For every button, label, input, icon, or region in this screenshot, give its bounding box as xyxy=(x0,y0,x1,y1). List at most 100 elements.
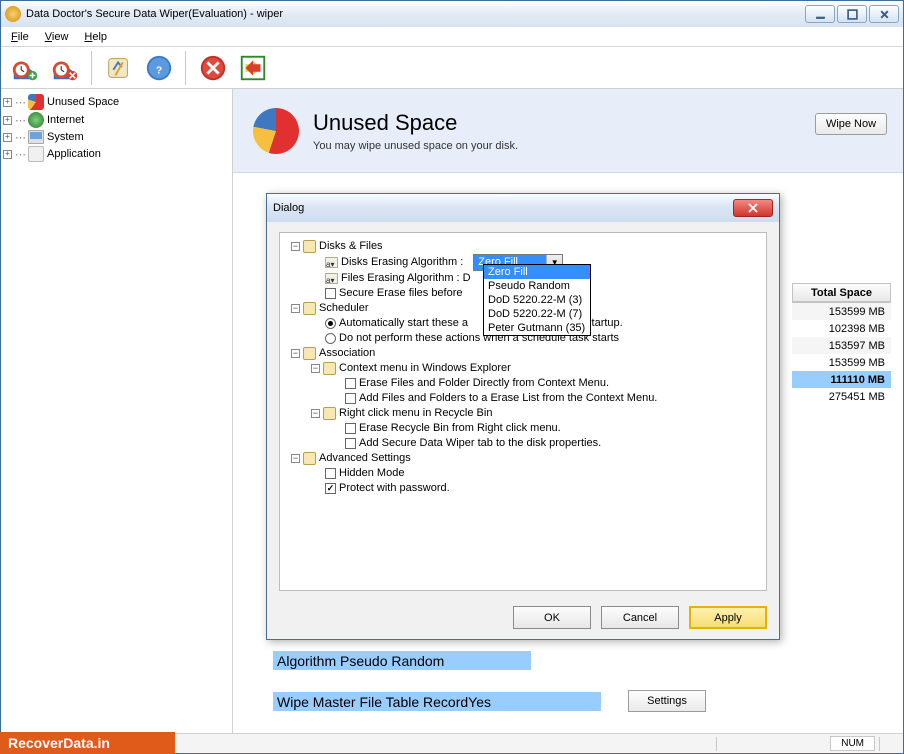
wipe-now-button[interactable]: Wipe Now xyxy=(815,113,887,135)
checkbox-rc-erase[interactable] xyxy=(345,423,356,434)
pie-icon xyxy=(28,94,44,110)
expand-icon[interactable]: + xyxy=(3,116,12,125)
tool-clock-cancel-icon[interactable] xyxy=(47,50,83,86)
cancel-button[interactable]: Cancel xyxy=(601,606,679,629)
sidebar-item-unused-space[interactable]: +⋯ Unused Space xyxy=(3,93,230,111)
dialog-close-button[interactable] xyxy=(733,199,773,217)
item-icon xyxy=(325,257,338,268)
checkbox-rc-add[interactable] xyxy=(345,438,356,449)
disks-erasing-label: Disks Erasing Algorithm : xyxy=(341,255,463,270)
dropdown-option[interactable]: Peter Gutmann (35) xyxy=(484,321,590,335)
minimize-button[interactable] xyxy=(805,5,835,23)
expand-icon[interactable]: + xyxy=(3,133,12,142)
tool-swap-icon[interactable] xyxy=(235,50,271,86)
menu-view[interactable]: View xyxy=(37,29,77,45)
pie-icon xyxy=(253,108,299,154)
sched-auto-tail: startup. xyxy=(586,316,623,331)
mft-info: Wipe Master File Table RecordYes xyxy=(273,692,601,711)
total-space-column: Total Space 153599 MB 102398 MB 153597 M… xyxy=(792,283,891,405)
dropdown-option[interactable]: DoD 5220.22-M (7) xyxy=(484,307,590,321)
menu-help[interactable]: Help xyxy=(76,29,115,45)
table-row-selected[interactable]: 111110 MB xyxy=(792,371,891,388)
dropdown-option[interactable]: DoD 5220.22-M (3) xyxy=(484,293,590,307)
algorithm-info: Algorithm Pseudo Random xyxy=(273,651,531,670)
group-icon xyxy=(303,302,316,315)
collapse-icon[interactable]: − xyxy=(311,409,320,418)
table-row[interactable]: 275451 MB xyxy=(792,388,891,405)
sidebar-item-label: Unused Space xyxy=(47,96,119,108)
tool-stop-icon[interactable] xyxy=(195,50,231,86)
page-header: Unused Space You may wipe unused space o… xyxy=(233,89,903,173)
dropdown-list[interactable]: Zero Fill Pseudo Random DoD 5220.22-M (3… xyxy=(483,264,591,336)
files-erasing-label: Files Erasing Algorithm : D xyxy=(341,271,471,286)
group-icon xyxy=(323,362,336,375)
secure-erase-label: Secure Erase files before xyxy=(339,286,463,301)
tool-settings-icon[interactable] xyxy=(101,50,137,86)
ctx-erase-label: Erase Files and Folder Directly from Con… xyxy=(359,376,609,391)
total-space-header[interactable]: Total Space xyxy=(792,283,891,303)
dropdown-option[interactable]: Pseudo Random xyxy=(484,279,590,293)
watermark: RecoverData.in xyxy=(0,732,175,754)
window-title: Data Doctor's Secure Data Wiper(Evaluati… xyxy=(26,8,805,20)
checkbox-secure-erase[interactable] xyxy=(325,288,336,299)
collapse-icon[interactable]: − xyxy=(291,304,300,313)
window-buttons xyxy=(805,5,899,23)
header-text: Unused Space You may wipe unused space o… xyxy=(313,110,518,152)
sidebar-item-system[interactable]: +⋯ System xyxy=(3,129,230,145)
toolbar-separator xyxy=(91,51,93,85)
collapse-icon[interactable]: − xyxy=(311,364,320,373)
group-scheduler: Scheduler xyxy=(319,301,369,316)
radio-auto-start[interactable] xyxy=(325,318,336,329)
tool-help-icon[interactable]: ? xyxy=(141,50,177,86)
dropdown-option[interactable]: Zero Fill xyxy=(484,265,590,279)
settings-button[interactable]: Settings xyxy=(628,690,706,712)
checkbox-ctx-add[interactable] xyxy=(345,393,356,404)
sidebar-item-label: Application xyxy=(47,148,101,160)
titlebar: Data Doctor's Secure Data Wiper(Evaluati… xyxy=(1,1,903,27)
sidebar-tree: +⋯ Unused Space +⋯ Internet +⋯ System +⋯… xyxy=(1,89,233,733)
table-row[interactable]: 153599 MB xyxy=(792,303,891,320)
table-row[interactable]: 153599 MB xyxy=(792,354,891,371)
tool-clock-plus-icon[interactable] xyxy=(7,50,43,86)
rc-add-label: Add Secure Data Wiper tab to the disk pr… xyxy=(359,436,601,451)
toolbar-separator xyxy=(185,51,187,85)
collapse-icon[interactable]: − xyxy=(291,349,300,358)
ctx-add-label: Add Files and Folders to a Erase List fr… xyxy=(359,391,657,406)
table-row[interactable]: 102398 MB xyxy=(792,320,891,337)
dialog-title: Dialog xyxy=(273,202,733,214)
sub-context-menu: Context menu in Windows Explorer xyxy=(339,361,511,376)
dialog-content: −Disks & Files Disks Erasing Algorithm :… xyxy=(279,232,767,591)
monitor-icon xyxy=(28,130,44,144)
collapse-icon[interactable]: − xyxy=(291,454,300,463)
application-icon xyxy=(28,146,44,162)
table-row[interactable]: 153597 MB xyxy=(792,337,891,354)
sched-auto-label: Automatically start these a xyxy=(339,316,468,331)
status-num: NUM xyxy=(830,736,875,751)
expand-icon[interactable]: + xyxy=(3,150,12,159)
checkbox-protect-password[interactable] xyxy=(325,483,336,494)
group-icon xyxy=(323,407,336,420)
close-button[interactable] xyxy=(869,5,899,23)
adv-hidden-label: Hidden Mode xyxy=(339,466,404,481)
maximize-button[interactable] xyxy=(837,5,867,23)
apply-button[interactable]: Apply xyxy=(689,606,767,629)
group-icon xyxy=(303,240,316,253)
globe-icon xyxy=(28,112,44,128)
checkbox-hidden-mode[interactable] xyxy=(325,468,336,479)
sub-right-click: Right click menu in Recycle Bin xyxy=(339,406,492,421)
ok-button[interactable]: OK xyxy=(513,606,591,629)
dialog-titlebar: Dialog xyxy=(267,194,779,222)
checkbox-ctx-erase[interactable] xyxy=(345,378,356,389)
radio-no-perform[interactable] xyxy=(325,333,336,344)
collapse-icon[interactable]: − xyxy=(291,242,300,251)
menu-file[interactable]: File xyxy=(3,29,37,45)
sidebar-item-label: System xyxy=(47,131,84,143)
toolbar: ? xyxy=(1,47,903,89)
page-subtitle: You may wipe unused space on your disk. xyxy=(313,140,518,152)
sidebar-item-application[interactable]: +⋯ Application xyxy=(3,145,230,163)
app-icon xyxy=(5,6,21,22)
group-icon xyxy=(303,347,316,360)
sidebar-item-internet[interactable]: +⋯ Internet xyxy=(3,111,230,129)
expand-icon[interactable]: + xyxy=(3,98,12,107)
adv-protect-label: Protect with password. xyxy=(339,481,450,496)
